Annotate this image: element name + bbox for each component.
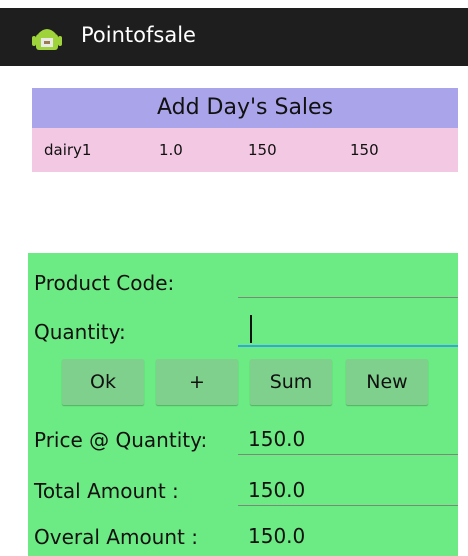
sales-item-name: dairy1 xyxy=(44,141,92,159)
sales-item-price: 150 xyxy=(248,141,277,159)
product-code-label: Product Code: xyxy=(34,271,175,295)
android-icon xyxy=(32,29,62,50)
sales-item-total: 150 xyxy=(350,141,379,159)
price-label: Price @ Quantity: xyxy=(34,428,208,452)
total-field[interactable]: 150.0 xyxy=(238,477,458,506)
overall-label: Overal Amount : xyxy=(34,525,198,549)
action-bar: Pointofsale xyxy=(0,0,468,66)
status-strip xyxy=(0,0,468,8)
total-label: Total Amount : xyxy=(34,479,179,503)
product-code-field[interactable] xyxy=(238,269,458,298)
text-cursor xyxy=(250,315,252,343)
sum-button[interactable]: Sum xyxy=(250,359,332,405)
ok-button[interactable]: Ok xyxy=(62,359,144,405)
sales-row[interactable]: dairy1 1.0 150 150 xyxy=(32,128,458,172)
new-button[interactable]: New xyxy=(346,359,428,405)
sales-item-qty: 1.0 xyxy=(159,141,183,159)
app-title: Pointofsale xyxy=(81,23,196,47)
overall-field[interactable]: 150.0 xyxy=(238,523,458,551)
price-field[interactable]: 150.0 xyxy=(238,426,458,455)
plus-button[interactable]: + xyxy=(156,359,238,405)
sales-header: Add Day's Sales xyxy=(32,88,458,128)
quantity-field[interactable] xyxy=(238,315,458,347)
quantity-label: Quantity: xyxy=(34,320,126,344)
sales-form: Product Code: Quantity: Ok + Sum New Pri… xyxy=(28,253,458,556)
